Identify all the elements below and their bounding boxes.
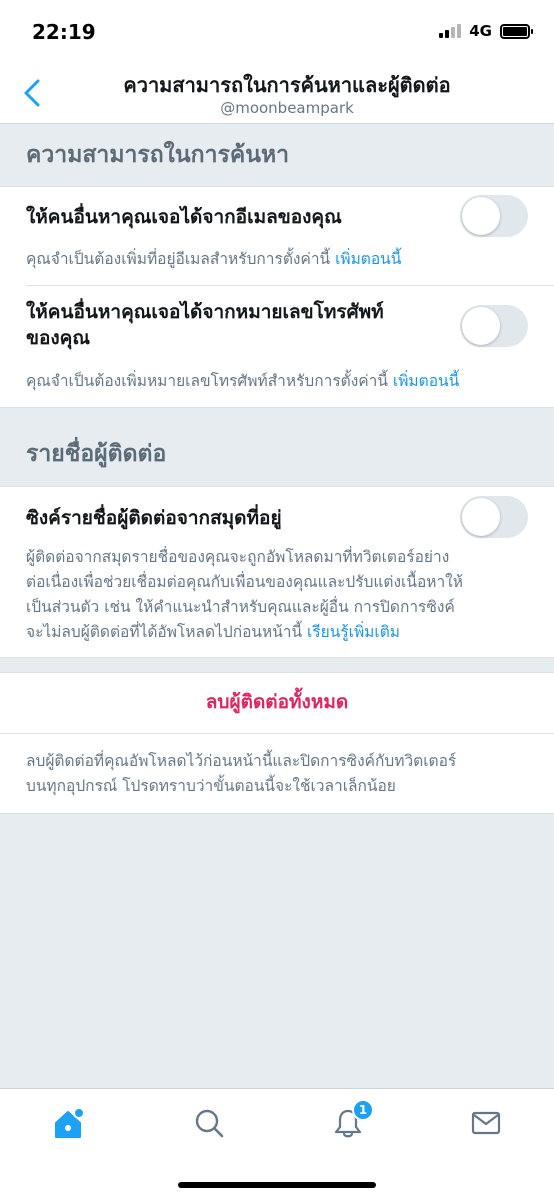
- phone-discover-desc-text: คุณจำเป็นต้องเพิ่มหมายเลขโทรศัพท์สำหรับก…: [26, 372, 388, 390]
- remove-desc-line2: บนทุกอุปกรณ์ โปรดทราบว่าขั้นตอนนี้จะใช้เ…: [26, 777, 396, 795]
- sync-desc-line1: ผู้ติดต่อจากสมุดรายชื่อของคุณจะถูกอัพโหล…: [26, 548, 450, 566]
- tab-home[interactable]: [52, 1107, 85, 1139]
- sync-contacts-desc: ผู้ติดต่อจากสมุดรายชื่อของคุณจะถูกอัพโหล…: [26, 545, 532, 645]
- phone-discover-label-line1: ให้คนอื่นหาคุณเจอได้จากหมายเลขโทรศัพท์: [26, 301, 384, 323]
- search-icon: [195, 1109, 224, 1138]
- divider: [0, 733, 554, 734]
- sync-desc-line4-text: จะไม่ลบผู้ติดต่อที่ได้อัพโหลดไปก่อนหน้าน…: [26, 623, 303, 641]
- toggle-knob: [462, 307, 500, 345]
- email-discover-toggle[interactable]: [460, 195, 528, 237]
- phone-discover-desc: คุณจำเป็นต้องเพิ่มหมายเลขโทรศัพท์สำหรับก…: [26, 369, 532, 394]
- status-time: 22:19: [32, 20, 96, 44]
- sync-desc-line3: เป็นส่วนตัว เช่น ให้คำแนะนำสำหรับคุณและผ…: [26, 598, 455, 616]
- phone-discover-label-line2: ของคุณ: [26, 327, 91, 349]
- battery-icon: [500, 23, 533, 39]
- toggle-knob: [462, 197, 500, 235]
- sync-desc-line2: ต่อเนื่องเพื่อช่วยเชื่อมต่อคุณกับเพื่อนข…: [26, 573, 463, 591]
- remove-contacts-panel: ลบผู้ติดต่อทั้งหมด ลบผู้ติดต่อที่คุณอัพโ…: [0, 672, 554, 814]
- add-email-link[interactable]: เพิ่มตอนนี้: [335, 250, 401, 268]
- divider: [26, 285, 554, 286]
- remove-desc-line1: ลบผู้ติดต่อที่คุณอัพโหลดไว้ก่อนหน้านี้แล…: [26, 752, 457, 770]
- remove-all-contacts-button[interactable]: ลบผู้ติดต่อทั้งหมด: [0, 687, 554, 717]
- notification-badge: 1: [352, 1099, 374, 1121]
- email-discover-label: ให้คนอื่นหาคุณเจอได้จากอีเมลของคุณ: [26, 206, 342, 228]
- signal-icon: [439, 24, 462, 38]
- toggle-knob: [462, 498, 500, 536]
- add-phone-link[interactable]: เพิ่มตอนนี้: [393, 372, 459, 390]
- network-type: 4G: [469, 22, 492, 40]
- sync-contacts-label: ซิงค์รายชื่อผู้ติดต่อจากสมุดที่อยู่: [26, 507, 282, 529]
- page-title: ความสามารถในการค้นหาและผู้ติดต่อ: [123, 73, 451, 97]
- home-indicator: [178, 1182, 376, 1188]
- phone-discover-toggle[interactable]: [460, 305, 528, 347]
- sync-contacts-toggle[interactable]: [460, 496, 528, 538]
- phone-discover-label: ให้คนอื่นหาคุณเจอได้จากหมายเลขโทรศัพท์ ข…: [26, 299, 384, 351]
- status-bar: 22:19 4G: [0, 0, 554, 62]
- nav-header: ความสามารถในการค้นหาและผู้ติดต่อ @moonbe…: [0, 62, 554, 124]
- discoverability-panel: ให้คนอื่นหาคุณเจอได้จากอีเมลของคุณ คุณจำ…: [0, 186, 554, 408]
- email-discover-desc: คุณจำเป็นต้องเพิ่มที่อยู่อีเมลสำหรับการต…: [26, 247, 532, 272]
- status-indicators: 4G: [439, 22, 533, 40]
- chevron-left-icon: [24, 79, 40, 107]
- section-header-discoverability: ความสามารถในการค้นหา: [0, 124, 554, 186]
- back-button[interactable]: [18, 76, 48, 110]
- home-icon: [55, 1107, 85, 1138]
- mail-icon: [471, 1111, 501, 1135]
- page-subtitle: @moonbeampark: [220, 99, 354, 117]
- contacts-panel: ซิงค์รายชื่อผู้ติดต่อจากสมุดที่อยู่ ผู้ต…: [0, 486, 554, 658]
- tab-messages[interactable]: [470, 1107, 502, 1139]
- learn-more-link[interactable]: เรียนรู้เพิ่มเติม: [307, 623, 400, 641]
- sync-desc-line4: จะไม่ลบผู้ติดต่อที่ได้อัพโหลดไปก่อนหน้าน…: [26, 620, 532, 645]
- email-discover-desc-text: คุณจำเป็นต้องเพิ่มที่อยู่อีเมลสำหรับการต…: [26, 250, 331, 268]
- tab-search[interactable]: [193, 1107, 225, 1139]
- section-header-contacts: รายชื่อผู้ติดต่อ: [0, 408, 554, 486]
- remove-contacts-desc: ลบผู้ติดต่อที่คุณอัพโหลดไว้ก่อนหน้านี้แล…: [26, 749, 532, 799]
